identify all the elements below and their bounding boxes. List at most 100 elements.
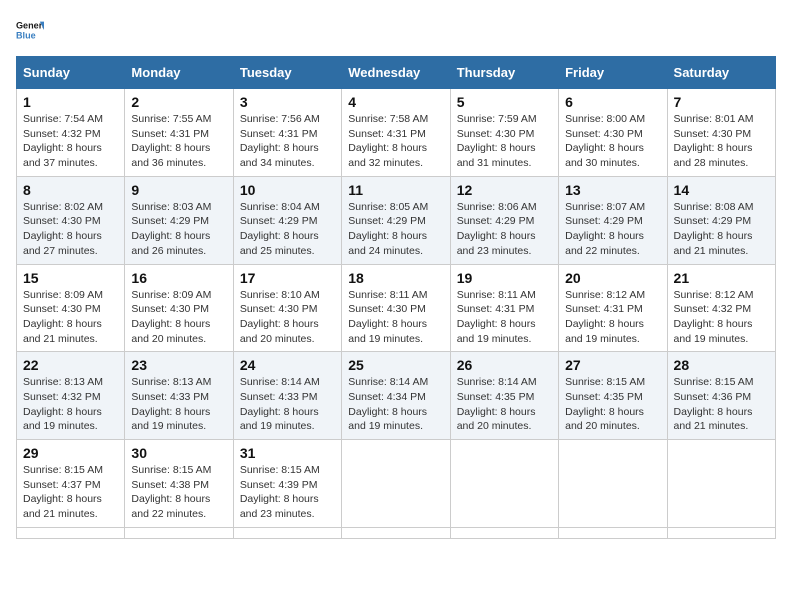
day-info: Sunrise: 8:11 AM Sunset: 4:31 PM Dayligh… <box>457 288 552 347</box>
calendar-cell: 2 Sunrise: 7:55 AM Sunset: 4:31 PM Dayli… <box>125 89 233 177</box>
calendar-cell: 6 Sunrise: 8:00 AM Sunset: 4:30 PM Dayli… <box>559 89 667 177</box>
calendar-cell: 4 Sunrise: 7:58 AM Sunset: 4:31 PM Dayli… <box>342 89 450 177</box>
day-info: Sunrise: 8:14 AM Sunset: 4:33 PM Dayligh… <box>240 375 335 434</box>
calendar-cell: 17 Sunrise: 8:10 AM Sunset: 4:30 PM Dayl… <box>233 264 341 352</box>
calendar-cell: 18 Sunrise: 8:11 AM Sunset: 4:30 PM Dayl… <box>342 264 450 352</box>
calendar-cell: 9 Sunrise: 8:03 AM Sunset: 4:29 PM Dayli… <box>125 176 233 264</box>
page-header: General Blue <box>16 16 776 44</box>
day-info: Sunrise: 8:15 AM Sunset: 4:35 PM Dayligh… <box>565 375 660 434</box>
calendar-cell: 8 Sunrise: 8:02 AM Sunset: 4:30 PM Dayli… <box>17 176 125 264</box>
calendar-cell: 27 Sunrise: 8:15 AM Sunset: 4:35 PM Dayl… <box>559 352 667 440</box>
day-number: 29 <box>23 445 118 461</box>
day-info: Sunrise: 7:55 AM Sunset: 4:31 PM Dayligh… <box>131 112 226 171</box>
calendar-cell: 16 Sunrise: 8:09 AM Sunset: 4:30 PM Dayl… <box>125 264 233 352</box>
calendar-cell: 28 Sunrise: 8:15 AM Sunset: 4:36 PM Dayl… <box>667 352 775 440</box>
calendar-cell: 26 Sunrise: 8:14 AM Sunset: 4:35 PM Dayl… <box>450 352 558 440</box>
day-number: 22 <box>23 357 118 373</box>
calendar-cell <box>125 527 233 538</box>
day-number: 25 <box>348 357 443 373</box>
day-number: 5 <box>457 94 552 110</box>
calendar-cell: 20 Sunrise: 8:12 AM Sunset: 4:31 PM Dayl… <box>559 264 667 352</box>
calendar-cell <box>559 440 667 528</box>
day-number: 11 <box>348 182 443 198</box>
logo-icon: General Blue <box>16 16 44 44</box>
calendar-cell <box>342 440 450 528</box>
day-number: 6 <box>565 94 660 110</box>
calendar-cell: 30 Sunrise: 8:15 AM Sunset: 4:38 PM Dayl… <box>125 440 233 528</box>
day-number: 3 <box>240 94 335 110</box>
day-info: Sunrise: 8:12 AM Sunset: 4:32 PM Dayligh… <box>674 288 769 347</box>
calendar-cell: 11 Sunrise: 8:05 AM Sunset: 4:29 PM Dayl… <box>342 176 450 264</box>
calendar-cell: 31 Sunrise: 8:15 AM Sunset: 4:39 PM Dayl… <box>233 440 341 528</box>
weekday-header-friday: Friday <box>559 57 667 89</box>
day-number: 16 <box>131 270 226 286</box>
day-info: Sunrise: 8:02 AM Sunset: 4:30 PM Dayligh… <box>23 200 118 259</box>
day-number: 20 <box>565 270 660 286</box>
calendar-cell <box>667 527 775 538</box>
day-info: Sunrise: 7:58 AM Sunset: 4:31 PM Dayligh… <box>348 112 443 171</box>
day-number: 24 <box>240 357 335 373</box>
day-info: Sunrise: 7:54 AM Sunset: 4:32 PM Dayligh… <box>23 112 118 171</box>
day-info: Sunrise: 8:15 AM Sunset: 4:38 PM Dayligh… <box>131 463 226 522</box>
calendar-cell: 14 Sunrise: 8:08 AM Sunset: 4:29 PM Dayl… <box>667 176 775 264</box>
calendar-cell <box>450 440 558 528</box>
day-number: 8 <box>23 182 118 198</box>
day-number: 18 <box>348 270 443 286</box>
day-number: 2 <box>131 94 226 110</box>
svg-text:General: General <box>16 21 44 31</box>
calendar-cell: 12 Sunrise: 8:06 AM Sunset: 4:29 PM Dayl… <box>450 176 558 264</box>
calendar-cell: 13 Sunrise: 8:07 AM Sunset: 4:29 PM Dayl… <box>559 176 667 264</box>
calendar-cell: 3 Sunrise: 7:56 AM Sunset: 4:31 PM Dayli… <box>233 89 341 177</box>
day-info: Sunrise: 8:07 AM Sunset: 4:29 PM Dayligh… <box>565 200 660 259</box>
weekday-header-monday: Monday <box>125 57 233 89</box>
day-number: 23 <box>131 357 226 373</box>
calendar-cell <box>559 527 667 538</box>
day-number: 21 <box>674 270 769 286</box>
calendar-cell <box>17 527 125 538</box>
calendar-cell: 29 Sunrise: 8:15 AM Sunset: 4:37 PM Dayl… <box>17 440 125 528</box>
day-info: Sunrise: 8:14 AM Sunset: 4:34 PM Dayligh… <box>348 375 443 434</box>
day-number: 12 <box>457 182 552 198</box>
day-info: Sunrise: 8:15 AM Sunset: 4:39 PM Dayligh… <box>240 463 335 522</box>
logo: General Blue <box>16 16 48 44</box>
day-info: Sunrise: 8:00 AM Sunset: 4:30 PM Dayligh… <box>565 112 660 171</box>
svg-text:Blue: Blue <box>16 30 36 40</box>
day-number: 7 <box>674 94 769 110</box>
calendar-cell: 15 Sunrise: 8:09 AM Sunset: 4:30 PM Dayl… <box>17 264 125 352</box>
calendar-cell <box>667 440 775 528</box>
day-info: Sunrise: 8:10 AM Sunset: 4:30 PM Dayligh… <box>240 288 335 347</box>
calendar-cell: 19 Sunrise: 8:11 AM Sunset: 4:31 PM Dayl… <box>450 264 558 352</box>
weekday-header-tuesday: Tuesday <box>233 57 341 89</box>
day-number: 1 <box>23 94 118 110</box>
day-info: Sunrise: 8:12 AM Sunset: 4:31 PM Dayligh… <box>565 288 660 347</box>
calendar-cell <box>342 527 450 538</box>
day-number: 26 <box>457 357 552 373</box>
calendar-cell: 10 Sunrise: 8:04 AM Sunset: 4:29 PM Dayl… <box>233 176 341 264</box>
calendar-table: SundayMondayTuesdayWednesdayThursdayFrid… <box>16 56 776 539</box>
day-info: Sunrise: 8:03 AM Sunset: 4:29 PM Dayligh… <box>131 200 226 259</box>
day-info: Sunrise: 8:06 AM Sunset: 4:29 PM Dayligh… <box>457 200 552 259</box>
weekday-header-saturday: Saturday <box>667 57 775 89</box>
calendar-cell: 7 Sunrise: 8:01 AM Sunset: 4:30 PM Dayli… <box>667 89 775 177</box>
day-number: 19 <box>457 270 552 286</box>
day-number: 4 <box>348 94 443 110</box>
day-info: Sunrise: 8:15 AM Sunset: 4:36 PM Dayligh… <box>674 375 769 434</box>
day-info: Sunrise: 8:05 AM Sunset: 4:29 PM Dayligh… <box>348 200 443 259</box>
calendar-cell <box>233 527 341 538</box>
day-info: Sunrise: 8:13 AM Sunset: 4:32 PM Dayligh… <box>23 375 118 434</box>
calendar-cell <box>450 527 558 538</box>
day-info: Sunrise: 7:56 AM Sunset: 4:31 PM Dayligh… <box>240 112 335 171</box>
day-number: 30 <box>131 445 226 461</box>
calendar-cell: 5 Sunrise: 7:59 AM Sunset: 4:30 PM Dayli… <box>450 89 558 177</box>
calendar-cell: 22 Sunrise: 8:13 AM Sunset: 4:32 PM Dayl… <box>17 352 125 440</box>
day-number: 28 <box>674 357 769 373</box>
day-number: 17 <box>240 270 335 286</box>
day-number: 10 <box>240 182 335 198</box>
weekday-header-wednesday: Wednesday <box>342 57 450 89</box>
day-info: Sunrise: 8:13 AM Sunset: 4:33 PM Dayligh… <box>131 375 226 434</box>
calendar-cell: 25 Sunrise: 8:14 AM Sunset: 4:34 PM Dayl… <box>342 352 450 440</box>
day-info: Sunrise: 7:59 AM Sunset: 4:30 PM Dayligh… <box>457 112 552 171</box>
calendar-cell: 1 Sunrise: 7:54 AM Sunset: 4:32 PM Dayli… <box>17 89 125 177</box>
day-info: Sunrise: 8:15 AM Sunset: 4:37 PM Dayligh… <box>23 463 118 522</box>
day-info: Sunrise: 8:11 AM Sunset: 4:30 PM Dayligh… <box>348 288 443 347</box>
